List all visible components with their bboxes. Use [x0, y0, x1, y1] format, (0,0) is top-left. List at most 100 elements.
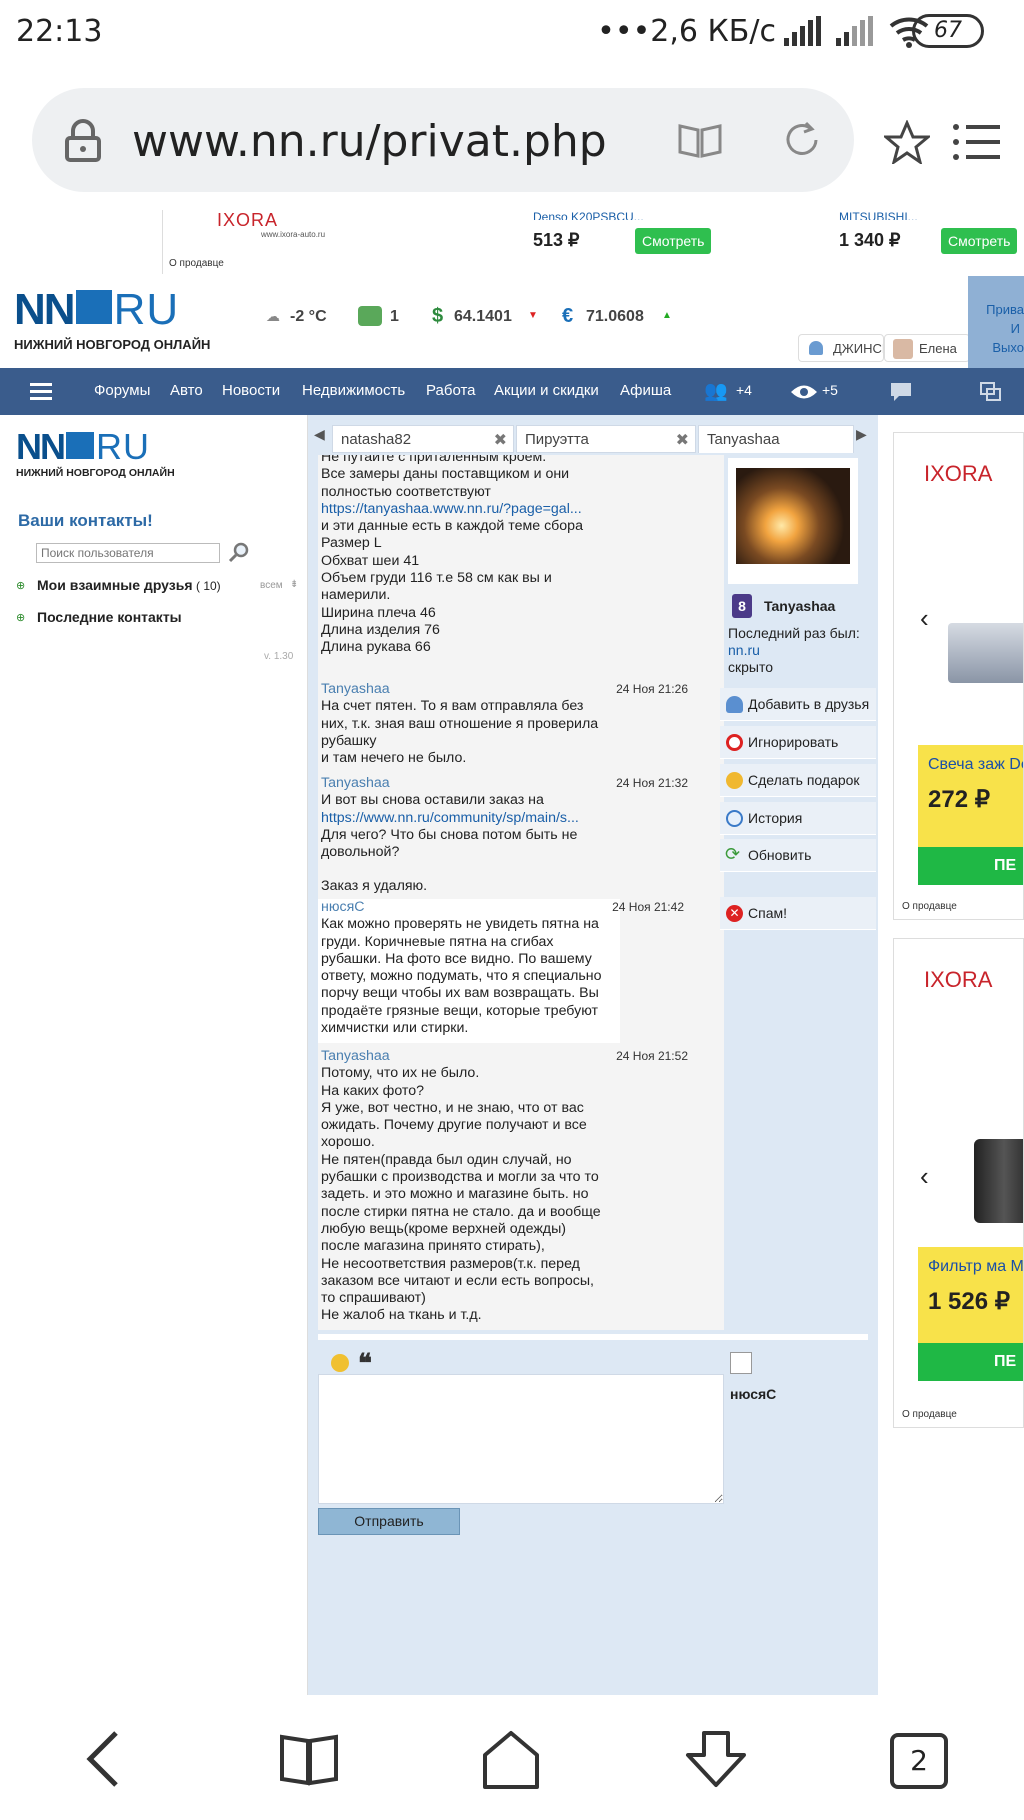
nav-promos[interactable]: Акции и скидки: [494, 382, 599, 399]
top-ad-strip[interactable]: IXORA www.ixora-auto.ru Denso K20PSBCU..…: [162, 210, 1024, 274]
friends-icon[interactable]: 👥: [704, 379, 728, 403]
reader-mode-icon[interactable]: [678, 122, 722, 158]
emoji-icon[interactable]: [331, 1354, 349, 1372]
message-time: 24 Ноя 21:26: [616, 682, 688, 696]
nav-auto[interactable]: Авто: [170, 382, 203, 399]
friends-count[interactable]: +4: [736, 382, 752, 398]
carousel-prev-icon[interactable]: ‹: [920, 603, 929, 634]
tab-close-icon[interactable]: ✖: [494, 430, 507, 450]
ad-item1-title[interactable]: Denso K20PSBCU...: [533, 210, 644, 220]
ad-view-button-2[interactable]: Смотреть: [941, 228, 1018, 254]
windows-icon[interactable]: [980, 382, 1002, 402]
eye-icon[interactable]: [790, 383, 818, 401]
usd-rate[interactable]: 64.1401: [454, 308, 512, 326]
last-seen-value: скрыто: [728, 659, 774, 675]
contacts-sidebar: NN RU НИЖНИЙ НОВГОРОД ОНЛАЙН Ваши контакт…: [0, 415, 308, 1695]
nav-afisha[interactable]: Афиша: [620, 382, 671, 399]
site-logo[interactable]: NN RU: [14, 288, 179, 332]
self-avatar: [730, 1352, 752, 1374]
gift-button[interactable]: Сделать подарок: [720, 764, 876, 797]
user-search-input[interactable]: [36, 543, 220, 563]
ad-seller-link[interactable]: О продавце: [169, 258, 224, 269]
reload-icon[interactable]: [782, 120, 822, 160]
mutual-friends-label[interactable]: Мои взаимные друзья: [37, 577, 193, 593]
nav-realty[interactable]: Недвижимость: [302, 382, 405, 399]
chat-tab-natasha82[interactable]: natasha82 ✖: [332, 425, 514, 453]
tabs-right-arrow-icon[interactable]: ▶: [856, 426, 867, 443]
ad-view-button-1[interactable]: Смотреть: [635, 228, 712, 254]
views-count[interactable]: +5: [822, 382, 838, 398]
profile-name[interactable]: Tanyashaa: [764, 598, 835, 614]
all-label[interactable]: всем: [260, 580, 283, 591]
nav-forums[interactable]: Форумы: [94, 382, 150, 399]
user-icon: [809, 341, 823, 355]
last-seen-site[interactable]: nn.ru: [728, 642, 760, 658]
status-bar: 22:13 •••2,6 КБ/с 67: [0, 0, 1024, 64]
recent-contacts-label[interactable]: Последние контакты: [37, 609, 182, 625]
ad-seller-link[interactable]: О продавце: [902, 901, 957, 912]
hamburger-icon[interactable]: [30, 383, 52, 401]
history-button[interactable]: История: [720, 802, 876, 835]
ad-seller-link[interactable]: О продавце: [902, 1409, 957, 1420]
add-friend-button[interactable]: Добавить в друзья: [720, 688, 876, 721]
right-ad-1[interactable]: IXORA ‹ Свеча заж Denso K20 272 ₽ ПЕ О п…: [893, 432, 1024, 920]
sort-icon[interactable]: ⇟: [290, 579, 298, 590]
message-author[interactable]: нюсяС: [321, 899, 617, 916]
profile-photo-image: [736, 468, 850, 564]
ad-cta-button[interactable]: ПЕ: [918, 847, 1023, 885]
back-icon[interactable]: [82, 1729, 122, 1789]
search-icon[interactable]: [228, 541, 250, 563]
chat-message: Tanyashaa 24 Ноя 21:32 И вот вы снова ос…: [318, 775, 724, 896]
menu-icon[interactable]: [952, 122, 1000, 162]
sidebar-logo[interactable]: NN RU: [16, 429, 150, 465]
weather-temp[interactable]: -2 °C: [290, 308, 327, 326]
home-icon[interactable]: [480, 1729, 542, 1791]
traffic-level[interactable]: 1: [390, 308, 399, 326]
nav-jobs[interactable]: Работа: [426, 382, 476, 399]
chat-icon[interactable]: [890, 382, 912, 402]
message-input[interactable]: [318, 1374, 724, 1504]
expand-plus-icon-2[interactable]: ⊕: [16, 611, 25, 624]
ignore-icon: [726, 734, 743, 751]
chat-tab-piruetta[interactable]: Пируэтта ✖: [516, 425, 696, 453]
ad-brand: IXORA: [217, 210, 279, 230]
logo-square-icon: [75, 290, 112, 324]
ad-item2-title[interactable]: MITSUBISHI...: [839, 210, 918, 220]
user-elena[interactable]: Елена: [884, 334, 970, 362]
private-panel[interactable]: Прива И Выхо: [968, 276, 1024, 368]
ignore-button[interactable]: Игнорировать: [720, 726, 876, 759]
nav-news[interactable]: Новости: [222, 382, 280, 399]
bookmarks-icon[interactable]: [278, 1731, 340, 1787]
tabs-left-arrow-icon[interactable]: ◀: [314, 426, 325, 443]
expand-plus-icon[interactable]: ⊕: [16, 579, 25, 592]
message-time: 24 Ноя 21:32: [616, 776, 688, 790]
right-ad-2[interactable]: IXORA ‹ Фильтр ма MITSUBISH 1 526 ₽ ПЕ О…: [893, 938, 1024, 1428]
history-clock-icon: [726, 810, 743, 827]
eur-rate[interactable]: 71.0608: [586, 308, 644, 326]
message-link[interactable]: https://tanyashaa.www.nn.ru/?page=gal...: [321, 501, 582, 517]
user-button[interactable]: ДЖИНСЫ: [798, 334, 884, 362]
ad-cta-button[interactable]: ПЕ: [918, 1343, 1023, 1381]
download-icon[interactable]: [684, 1729, 748, 1791]
profile-photo[interactable]: [728, 458, 858, 584]
spam-button[interactable]: ✕ Спам!: [720, 897, 876, 930]
site-header: NN RU НИЖНИЙ НОВГОРОД ОНЛАЙН ☁ -2 °C 1 $ …: [0, 276, 1024, 368]
carousel-prev-icon[interactable]: ‹: [920, 1161, 929, 1192]
message-link[interactable]: https://www.nn.ru/community/sp/main/s...: [321, 810, 579, 826]
send-button[interactable]: Отправить: [318, 1508, 460, 1535]
contacts-title: Ваши контакты!: [18, 511, 153, 530]
address-bar[interactable]: www.nn.ru/privat.php: [32, 88, 854, 192]
bookmark-star-icon[interactable]: [884, 120, 930, 164]
url-text[interactable]: www.nn.ru/privat.php: [132, 116, 607, 167]
status-time: 22:13: [16, 14, 103, 49]
message-list[interactable]: Не путайте с приталенным кроем. Все заме…: [318, 455, 724, 1330]
message-time: 24 Ноя 21:42: [612, 900, 684, 914]
ad-item2-price: 1 340 ₽: [839, 230, 901, 250]
oil-filter-image: [974, 1139, 1023, 1223]
tab-close-icon[interactable]: ✖: [676, 430, 689, 450]
chat-tab-tanyashaa[interactable]: Tanyashaa: [698, 425, 854, 453]
self-name: нюсяС: [730, 1386, 777, 1402]
tabs-count-button[interactable]: 2: [890, 1733, 948, 1789]
refresh-button[interactable]: ⟳ Обновить: [720, 839, 876, 872]
rank-badge-icon: 8: [732, 594, 752, 618]
